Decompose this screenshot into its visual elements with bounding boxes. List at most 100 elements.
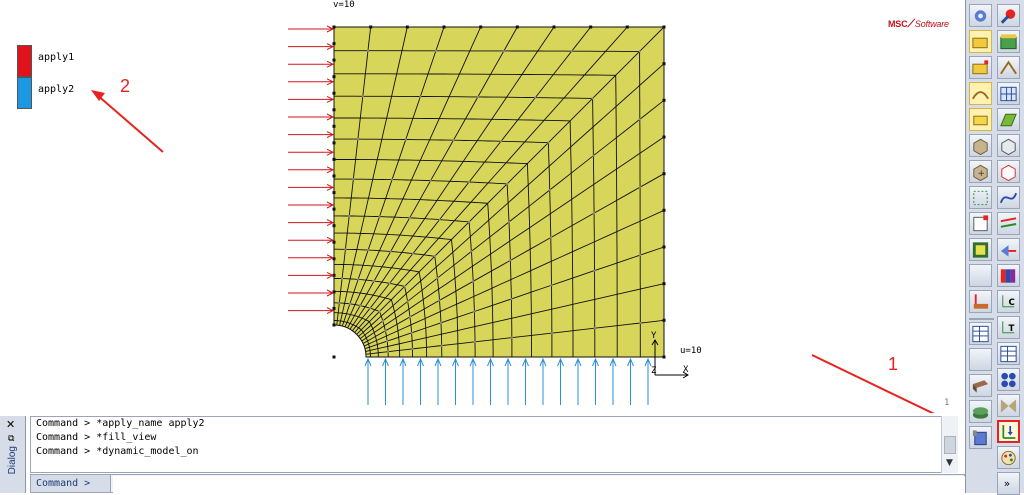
boundary-node <box>332 157 336 161</box>
mesh-node <box>440 344 443 347</box>
cube-outline-button[interactable] <box>997 134 1020 157</box>
color-bars-button[interactable] <box>997 264 1020 287</box>
cube-plus-icon: + <box>973 164 988 181</box>
move-button[interactable] <box>997 238 1020 261</box>
mesh-node <box>509 259 512 262</box>
mesh-node <box>391 178 394 181</box>
mesh-nodes-icon <box>973 190 988 205</box>
grid-button[interactable] <box>997 82 1020 105</box>
cube-button[interactable] <box>969 134 992 157</box>
chevron-down-icon[interactable]: ▼ <box>946 458 953 468</box>
palette-icon <box>1001 450 1016 465</box>
boundary-node <box>479 25 483 29</box>
arc-up-button[interactable] <box>997 56 1020 79</box>
cube-icon <box>973 138 988 155</box>
mesh-node <box>411 347 414 350</box>
blank-button[interactable] <box>969 348 992 371</box>
annotation-number-2: 2 <box>120 76 131 96</box>
mesh-node <box>591 97 594 100</box>
more-button[interactable]: » <box>997 472 1020 495</box>
mesh-node <box>433 255 436 258</box>
green-box-icon <box>1000 33 1017 49</box>
cube-green-button[interactable] <box>969 238 992 261</box>
move-icon <box>1000 244 1017 257</box>
mesh-node <box>387 350 390 353</box>
boundary-node <box>662 98 666 102</box>
mesh-node <box>429 179 432 182</box>
mesh-node <box>348 302 351 305</box>
rocket-button[interactable] <box>997 4 1020 27</box>
svg-text:+: + <box>978 168 985 178</box>
bow-button[interactable] <box>997 394 1020 417</box>
mesh-node <box>419 95 422 98</box>
history-scrollbar[interactable]: ▼ <box>941 416 958 473</box>
model-viewport[interactable]: MSC⟋Software apply1 apply2 2 1 v=10 u=10… <box>0 0 965 413</box>
axis-x-label: X <box>683 365 689 375</box>
mesh-node <box>384 329 387 332</box>
database-icon <box>972 429 987 445</box>
mesh-node <box>534 96 537 99</box>
axis-z-label: Z <box>651 366 657 376</box>
table-button[interactable] <box>969 322 992 345</box>
red-cube-button[interactable] <box>997 160 1020 183</box>
boundary-node <box>662 245 666 249</box>
palette-button[interactable] <box>997 446 1020 469</box>
mesh-node <box>510 297 513 300</box>
boundary-node <box>332 124 336 128</box>
coord-t-button[interactable]: T <box>997 316 1020 339</box>
command-input[interactable] <box>113 476 965 493</box>
folder-button[interactable] <box>969 30 992 53</box>
history-line: Command > *apply_name apply2 <box>36 418 205 429</box>
spheres-button[interactable] <box>997 368 1020 391</box>
mesh-node <box>510 336 513 339</box>
boundary-node <box>662 282 666 286</box>
close-icon[interactable]: ✕ <box>6 418 15 431</box>
mesh-node <box>468 220 471 223</box>
database-button[interactable] <box>969 426 992 449</box>
boundary-node <box>332 323 336 327</box>
boundary-node <box>662 135 666 139</box>
cube-plus-button[interactable]: + <box>969 160 992 183</box>
green-box-button[interactable] <box>997 30 1020 53</box>
boundary-node <box>662 62 666 66</box>
layers-button[interactable] <box>969 400 992 423</box>
gear-button[interactable] <box>969 4 992 27</box>
green-surface-button[interactable] <box>997 108 1020 131</box>
mesh-node <box>593 327 596 330</box>
blank-button[interactable] <box>969 264 992 287</box>
restore-icon[interactable]: ⧉ <box>8 434 14 444</box>
legend-swatch-apply2 <box>17 77 32 109</box>
dialog-panel-strip: ✕ ⧉ Dialog <box>0 416 26 493</box>
select-box-button[interactable] <box>969 212 992 235</box>
curve-button[interactable] <box>997 186 1020 209</box>
legend-swatch-apply1 <box>17 45 32 77</box>
mesh-node <box>341 277 344 280</box>
load-apply-button[interactable] <box>997 420 1020 443</box>
scrollbar-thumb[interactable] <box>944 436 956 454</box>
mesh-node <box>378 215 381 218</box>
rocket-icon <box>1000 8 1016 24</box>
beams-button[interactable] <box>997 212 1020 235</box>
contact-bar-button[interactable] <box>969 290 992 313</box>
color-bars-icon <box>1000 268 1016 283</box>
coord-c-button[interactable]: C <box>997 290 1020 313</box>
more-icon: » <box>1004 477 1010 489</box>
beam-button[interactable] <box>969 374 992 397</box>
mesh-nodes-button[interactable] <box>969 186 992 209</box>
toolbar-separator <box>969 318 994 320</box>
folder-plus-button[interactable] <box>969 56 992 79</box>
rect-button[interactable] <box>969 108 992 131</box>
boundary-node <box>662 318 666 322</box>
coord-t-icon: T <box>1002 320 1015 333</box>
mesh-node <box>369 307 372 310</box>
boundary-node <box>662 25 666 29</box>
table-button[interactable] <box>997 342 1020 365</box>
mesh-node <box>593 212 596 215</box>
mesh-node <box>639 322 642 324</box>
mesh-node <box>592 154 595 157</box>
grid-icon <box>1000 86 1017 101</box>
mesh-drawing[interactable] <box>0 0 965 413</box>
arc-button[interactable] <box>969 82 992 105</box>
mesh-node <box>361 95 364 98</box>
mesh-node <box>436 277 439 280</box>
